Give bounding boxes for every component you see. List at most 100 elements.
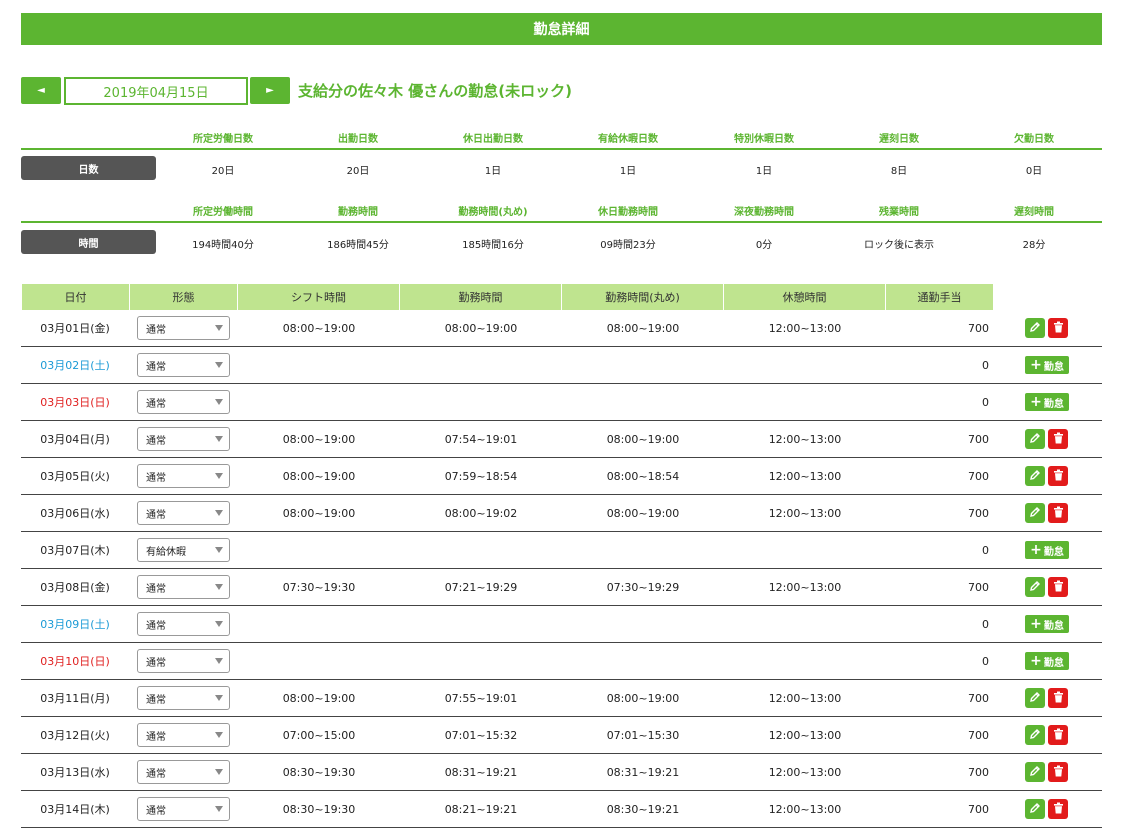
edit-button[interactable] [1025, 503, 1045, 523]
prev-date-button[interactable]: ◄ [21, 77, 61, 104]
edit-button[interactable] [1025, 466, 1045, 486]
delete-button[interactable] [1048, 577, 1068, 597]
column-header-type: 形態 [130, 284, 238, 310]
work-type-select[interactable]: 通常 [137, 797, 230, 821]
work-type-select[interactable]: 通常 [137, 501, 230, 525]
rest-time [724, 384, 886, 420]
work-type-select[interactable]: 通常 [137, 612, 230, 636]
work-type-value: 通常 [146, 768, 166, 780]
row-actions: + 勤怠 [1025, 532, 1095, 568]
delete-button[interactable] [1048, 429, 1068, 449]
delete-button[interactable] [1048, 318, 1068, 338]
work-time: 08:21~19:21 [444, 802, 518, 816]
work-time: 08:00~19:02 [444, 506, 518, 520]
time-value: 09時間23分 [600, 240, 656, 251]
work-type-select[interactable]: 通常 [137, 649, 230, 673]
trash-icon [1053, 469, 1064, 484]
delete-button[interactable] [1048, 466, 1068, 486]
work-time-rounded: 07:30~19:29 [606, 580, 680, 594]
row-date: 03月03日(日) [40, 396, 110, 409]
work-type-cell: 通常 [137, 791, 230, 827]
shift-time: 08:00~19:00 [282, 691, 356, 705]
work-type-select[interactable]: 通常 [137, 760, 230, 784]
delete-button[interactable] [1048, 725, 1068, 745]
work-type-value: 通常 [146, 398, 166, 410]
rest-time: 12:00~13:00 [768, 506, 842, 520]
shift-time: 08:00~19:00 [282, 469, 356, 483]
edit-button[interactable] [1025, 799, 1045, 819]
edit-button[interactable] [1025, 577, 1045, 597]
table-row: 03月01日(金) 通常 08:00~19:00 08:00~19:00 08:00~1… [21, 310, 1102, 347]
add-attendance-button[interactable]: + 勤怠 [1025, 356, 1069, 374]
time-col-label: 勤務時間 [338, 207, 378, 218]
divider [21, 221, 1102, 223]
shift-time [238, 643, 400, 679]
add-attendance-button[interactable]: + 勤怠 [1025, 615, 1069, 633]
work-time-rounded: 07:01~15:30 [606, 728, 680, 742]
next-date-button[interactable]: ► [250, 77, 290, 104]
work-type-cell: 通常 [137, 384, 230, 420]
add-attendance-button[interactable]: + 勤怠 [1025, 652, 1069, 670]
trash-icon [1053, 321, 1064, 336]
work-type-select[interactable]: 通常 [137, 353, 230, 377]
work-type-select[interactable]: 通常 [137, 390, 230, 414]
commute-allowance: 700 [968, 802, 989, 816]
work-type-value: 通常 [146, 361, 166, 373]
add-attendance-button[interactable]: + 勤怠 [1025, 393, 1069, 411]
work-type-cell: 通常 [137, 495, 230, 531]
pencil-icon [1029, 469, 1041, 484]
rest-time: 12:00~13:00 [768, 321, 842, 335]
commute-allowance: 0 [982, 654, 989, 668]
commute-allowance: 0 [982, 358, 989, 372]
time-value: 28分 [1022, 240, 1046, 251]
column-header-work-rounded: 勤務時間(丸め) [562, 284, 724, 310]
trash-icon [1053, 432, 1064, 447]
days-value: 8日 [890, 166, 908, 177]
delete-button[interactable] [1048, 503, 1068, 523]
edit-button[interactable] [1025, 762, 1045, 782]
add-attendance-label: 勤怠 [1043, 620, 1064, 632]
work-time [400, 347, 562, 383]
row-date: 03月13日(水) [40, 766, 110, 779]
table-row: 03月10日(日) 通常 0 + 勤怠 [21, 643, 1102, 680]
shift-time: 08:30~19:30 [282, 802, 356, 816]
work-type-select[interactable]: 通常 [137, 686, 230, 710]
edit-button[interactable] [1025, 318, 1045, 338]
chevron-down-icon [215, 325, 223, 331]
row-date: 03月10日(日) [40, 655, 110, 668]
rest-time: 12:00~13:00 [768, 691, 842, 705]
shift-time [238, 532, 400, 568]
row-date: 03月07日(木) [40, 544, 110, 557]
add-attendance-label: 勤怠 [1043, 657, 1064, 669]
work-type-select[interactable]: 通常 [137, 316, 230, 340]
delete-button[interactable] [1048, 688, 1068, 708]
work-type-select[interactable]: 通常 [137, 723, 230, 747]
work-type-select[interactable]: 有給休暇 [137, 538, 230, 562]
edit-button[interactable] [1025, 429, 1045, 449]
row-date: 03月01日(金) [40, 322, 110, 335]
edit-button[interactable] [1025, 688, 1045, 708]
trash-icon [1053, 802, 1064, 817]
work-type-cell: 通常 [137, 643, 230, 679]
work-time-rounded: 08:00~19:00 [606, 321, 680, 335]
delete-button[interactable] [1048, 799, 1068, 819]
work-time: 07:21~19:29 [444, 580, 518, 594]
work-type-select[interactable]: 通常 [137, 427, 230, 451]
attendance-table-header: 日付 形態 シフト時間 勤務時間 勤務時間(丸め) 休憩時間 通勤手当 [22, 284, 994, 310]
commute-allowance: 700 [968, 506, 989, 520]
row-actions [1025, 458, 1095, 494]
add-attendance-button[interactable]: + 勤怠 [1025, 541, 1069, 559]
work-type-cell: 通常 [137, 347, 230, 383]
pencil-icon [1029, 691, 1041, 706]
days-value: 0日 [1025, 166, 1043, 177]
row-date: 03月14日(木) [40, 803, 110, 816]
work-time [400, 606, 562, 642]
work-type-select[interactable]: 通常 [137, 575, 230, 599]
row-actions [1025, 791, 1095, 827]
work-type-select[interactable]: 通常 [137, 464, 230, 488]
attendance-table-body: 03月01日(金) 通常 08:00~19:00 08:00~19:00 08:00~1… [21, 310, 1102, 828]
row-actions: + 勤怠 [1025, 384, 1095, 420]
work-type-cell: 有給休暇 [137, 532, 230, 568]
delete-button[interactable] [1048, 762, 1068, 782]
edit-button[interactable] [1025, 725, 1045, 745]
